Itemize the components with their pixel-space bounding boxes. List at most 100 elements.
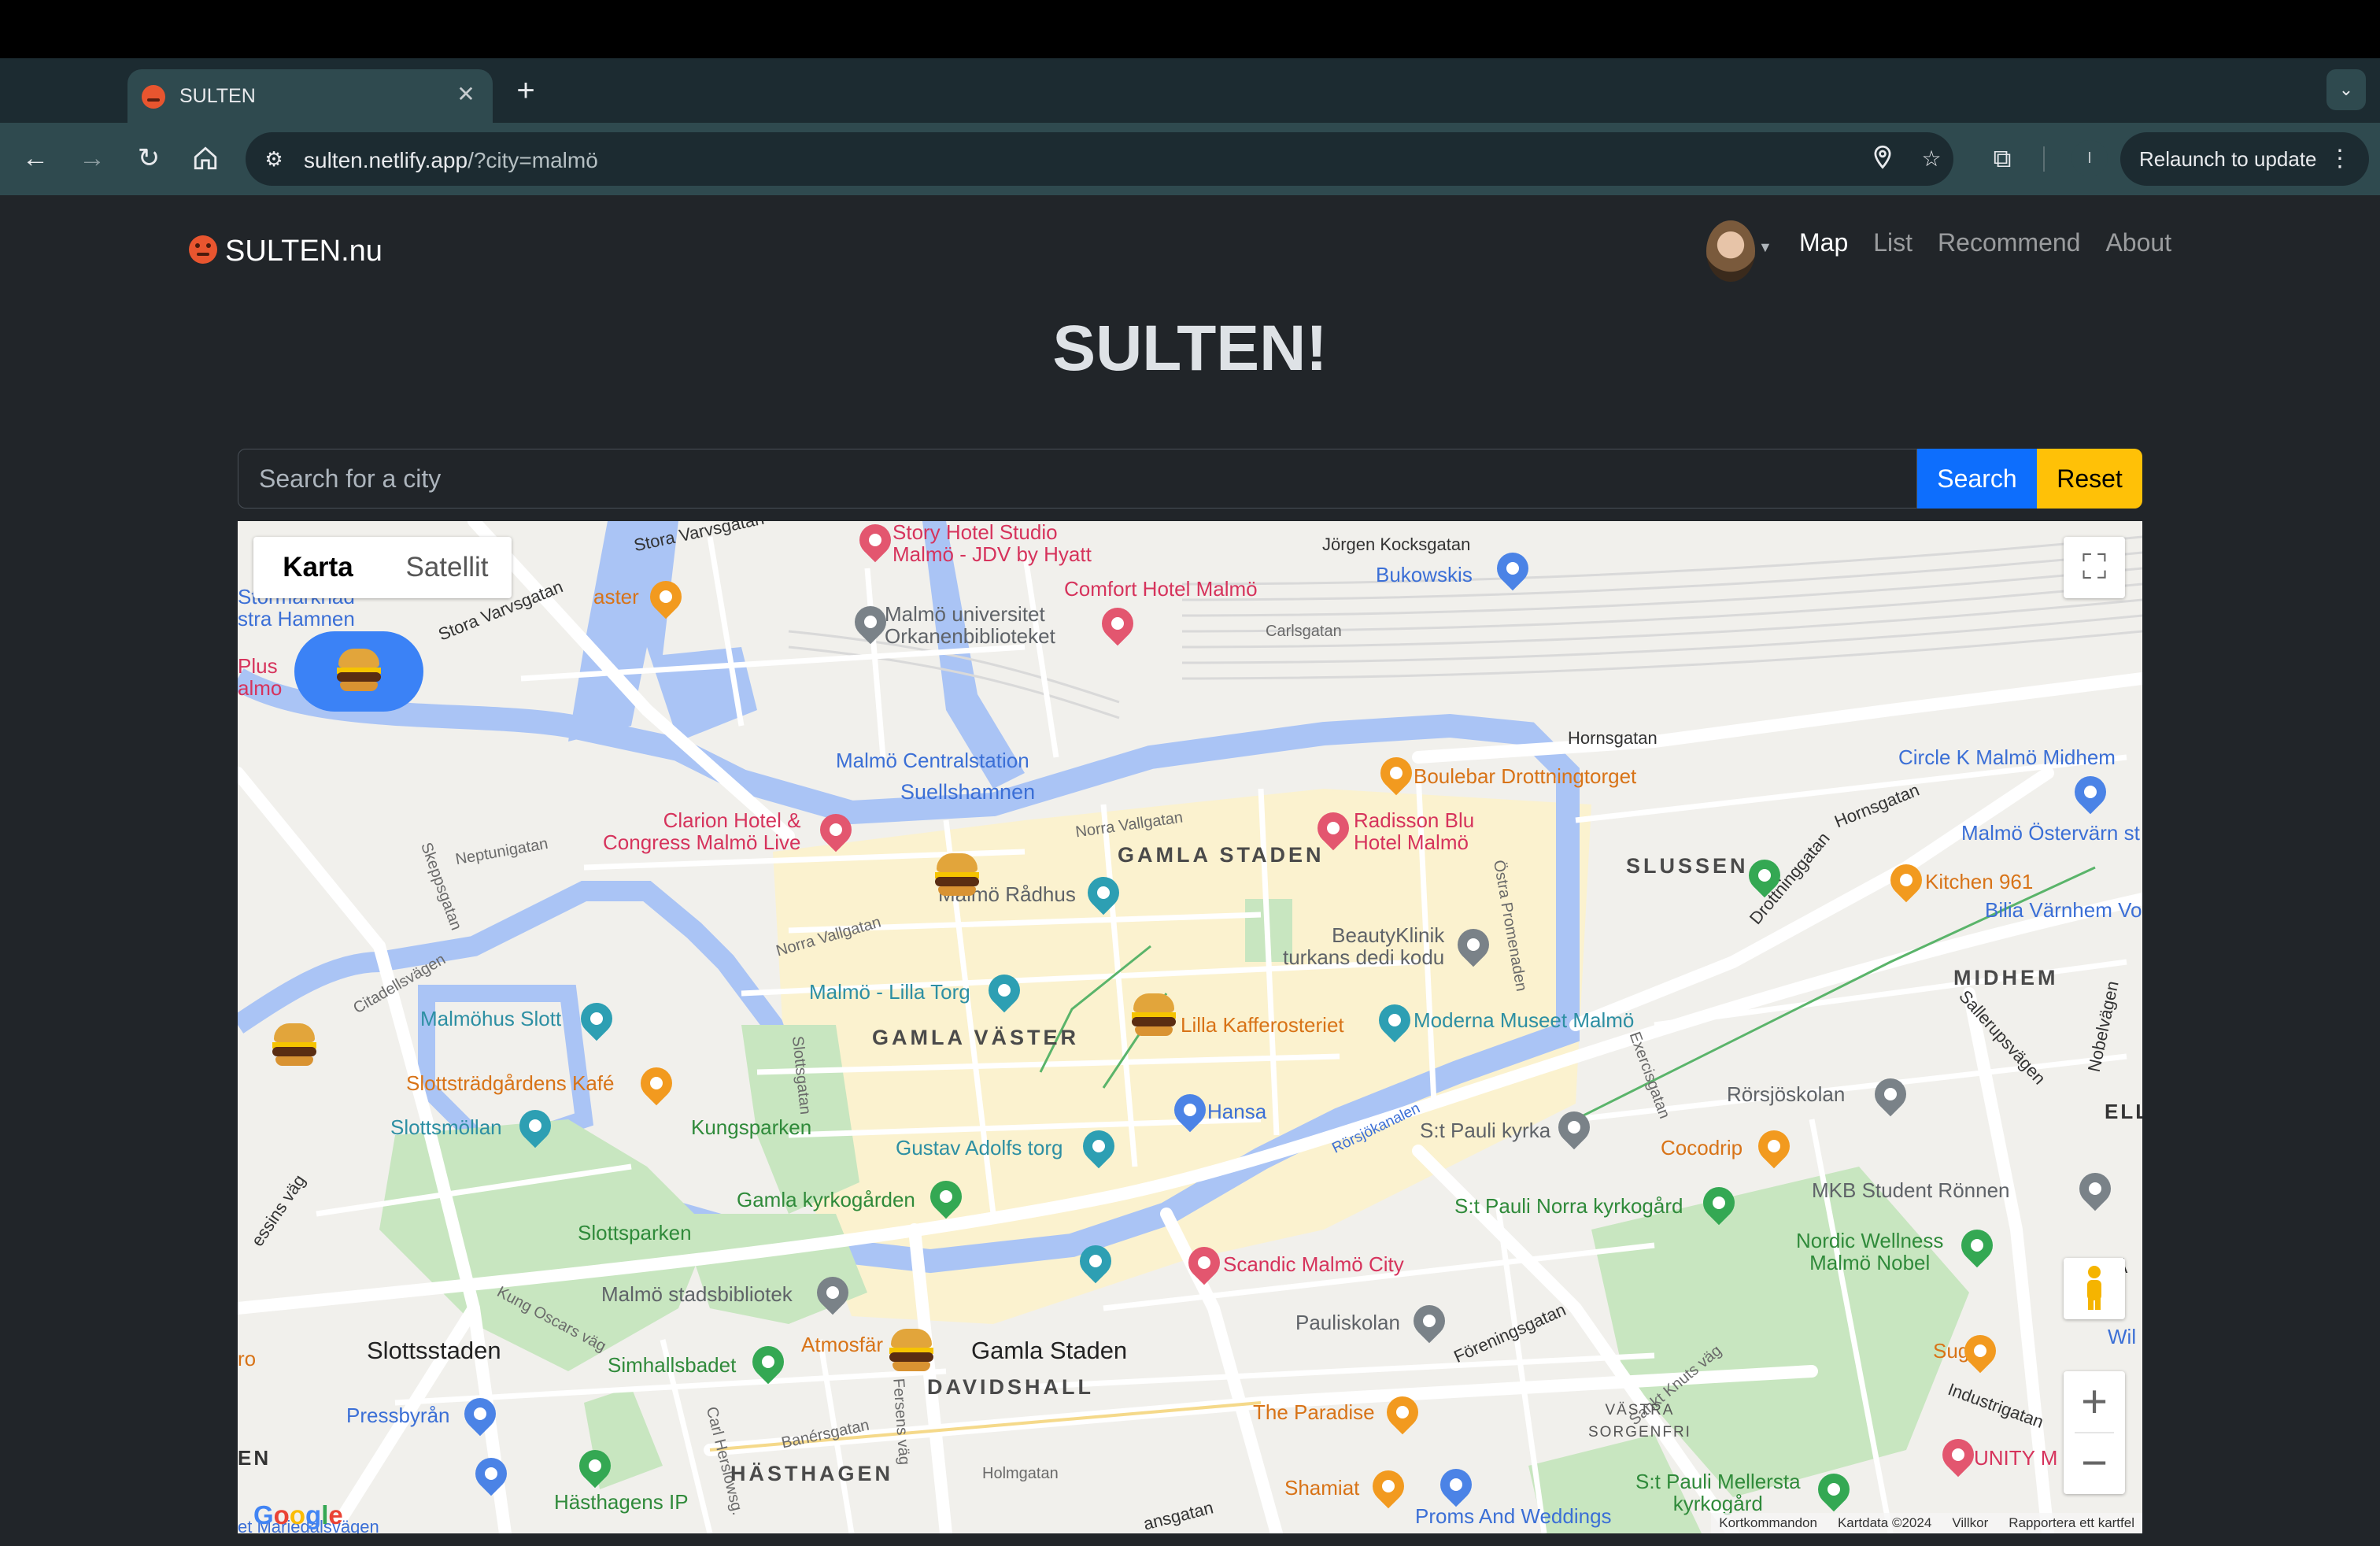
nav-map[interactable]: Map (1799, 228, 1848, 257)
label-story-hotel[interactable]: Story Hotel Studio Malmö - JDV by Hyatt (893, 521, 1092, 565)
bookmark-star-icon[interactable]: ☆ (1917, 145, 1946, 173)
zoom-in-button[interactable]: + (2064, 1371, 2125, 1433)
pegman-icon (2087, 1266, 2101, 1310)
tab-sulten[interactable]: SULTEN ✕ (128, 69, 493, 123)
label-proms[interactable]: Proms And Weddings (1415, 1505, 1612, 1527)
city-search-input[interactable] (238, 449, 1917, 509)
label-radisson[interactable]: Radisson Blu Hotel Malmö (1354, 809, 1474, 853)
label-circle-k[interactable]: Circle K Malmö Midhem (1898, 746, 2116, 768)
label-st-pauli-mellersta[interactable]: S:t Pauli Mellersta kyrkogård (1635, 1470, 1801, 1515)
label-ro[interactable]: ro (238, 1348, 256, 1370)
back-button[interactable]: ← (16, 139, 55, 178)
location-icon[interactable] (1868, 145, 1897, 173)
google-map[interactable]: Story Hotel Studio Malmö - JDV by Hyatt … (238, 521, 2142, 1533)
map-type-karta[interactable]: Karta (253, 537, 382, 598)
google-logo[interactable]: Google (253, 1500, 343, 1530)
more-vert-icon[interactable]: ⋮ (2328, 132, 2352, 186)
address-bar[interactable]: ⚙ sulten.netlify.app/?city=malmö ☆ (246, 132, 1953, 186)
label-st-pauli[interactable]: S:t Pauli kyrka (1420, 1119, 1550, 1141)
label-unity[interactable]: UNITY M (1974, 1447, 2057, 1469)
label-nordic-wellness[interactable]: Nordic Wellness Malmö Nobel (1796, 1230, 1943, 1274)
label-shamiat[interactable]: Shamiat (1284, 1477, 1359, 1499)
district-label: EN (238, 1446, 272, 1470)
burger-marker[interactable] (1130, 992, 1177, 1039)
label-st-pauli-norra[interactable]: S:t Pauli Norra kyrkogård (1454, 1195, 1683, 1217)
avatar[interactable] (1706, 220, 1755, 282)
label-pressbyran[interactable]: Pressbyrån (346, 1404, 450, 1426)
district-label: ELL (2105, 1100, 2142, 1123)
tab-search-button[interactable]: ⌄ (2326, 69, 2366, 110)
label-wil[interactable]: Wil (2108, 1326, 2136, 1348)
burger-marker[interactable] (271, 1022, 318, 1069)
nav-list[interactable]: List (1873, 228, 1913, 257)
fullscreen-button[interactable]: ⛶ (2064, 537, 2125, 598)
forward-button[interactable]: → (72, 139, 112, 178)
street-view-pegman[interactable] (2064, 1258, 2125, 1319)
label-lilla-torg[interactable]: Malmö - Lilla Torg (809, 981, 970, 1003)
label-gamla-kyrkogarden[interactable]: Gamla kyrkogården (737, 1189, 915, 1211)
label-plus[interactable]: Plus almo (238, 655, 282, 699)
label-clarion[interactable]: Clarion Hotel & Congress Malmö Live (603, 809, 800, 853)
label-comfort-hotel[interactable]: Comfort Hotel Malmö (1064, 578, 1258, 600)
label-the-paradise[interactable]: The Paradise (1253, 1401, 1375, 1423)
reset-button[interactable]: Reset (2037, 449, 2142, 509)
label-moderna-museet[interactable]: Moderna Museet Malmö (1414, 1009, 1634, 1031)
nav-recommend[interactable]: Recommend (1938, 228, 2080, 257)
extensions-icon[interactable]: ⧉ (1983, 139, 2021, 178)
relaunch-button[interactable]: Relaunch to update ⋮ (2120, 132, 2369, 186)
burger-marker[interactable] (888, 1327, 935, 1374)
nav-about[interactable]: About (2105, 228, 2171, 257)
label-universitet[interactable]: Malmö universitet Orkanenbiblioteket (885, 603, 1055, 647)
search-button[interactable]: Search (1917, 449, 2037, 509)
label-kungsparken[interactable]: Kungsparken (691, 1116, 811, 1138)
label-mkb[interactable]: MKB Student Rönnen (1812, 1179, 2010, 1201)
district-label: GAMLA STADEN (1118, 843, 1325, 867)
angry-face-icon (189, 235, 217, 264)
label-hansa[interactable]: Hansa (1207, 1100, 1266, 1123)
label-gustav-adolfs[interactable]: Gustav Adolfs torg (896, 1137, 1062, 1159)
map-type-satellit[interactable]: Satellit (382, 537, 512, 598)
profile-button[interactable]: I (2071, 140, 2108, 176)
label-malmohus[interactable]: Malmöhus Slott (420, 1008, 561, 1030)
terms-link[interactable]: Villkor (1952, 1513, 1988, 1533)
arrow-left-icon: ← (22, 143, 49, 173)
label-cocodrip[interactable]: Cocodrip (1661, 1137, 1743, 1159)
relaunch-label: Relaunch to update (2139, 147, 2317, 171)
zoom-out-button[interactable]: − (2064, 1433, 2125, 1494)
label-scandic[interactable]: Scandic Malmö City (1223, 1253, 1404, 1275)
tab-strip: SULTEN ✕ + ⌄ (0, 58, 2380, 123)
reload-button[interactable]: ↻ (129, 139, 168, 178)
home-button[interactable] (186, 139, 225, 178)
label-centralstation[interactable]: Malmö Centralstation (836, 749, 1029, 771)
url-path: /?city=malmö (468, 148, 598, 172)
close-icon[interactable]: ✕ (452, 80, 480, 109)
district-label: DAVIDSHALL (927, 1375, 1094, 1399)
label-bilia[interactable]: Bilia Värnhem Vo (1985, 899, 2142, 921)
label-rorsjoskolan[interactable]: Rörsjöskolan (1727, 1083, 1845, 1105)
label-ostervarn[interactable]: Malmö Östervärn st (1961, 822, 2140, 844)
label-bukowskis[interactable]: Bukowskis (1376, 564, 1473, 586)
report-error-link[interactable]: Rapportera ett kartfel (2009, 1513, 2134, 1533)
label-kitchen-961[interactable]: Kitchen 961 (1925, 871, 2033, 893)
label-boulebar[interactable]: Boulebar Drottningtorget (1414, 765, 1636, 787)
label-stadsbibliotek[interactable]: Malmö stadsbibliotek (601, 1283, 793, 1305)
label-lilla-kafferosteriet[interactable]: Lilla Kafferosteriet (1181, 1014, 1344, 1036)
label-beautyklinik[interactable]: BeautyKlinik turkans dedi kodu (1283, 924, 1444, 968)
label-suellshamnen: Suellshamnen (900, 780, 1036, 804)
label-atmosfar[interactable]: Atmosfär (801, 1333, 883, 1356)
caret-down-icon[interactable]: ▼ (1758, 239, 1772, 256)
selected-burger-marker[interactable] (294, 631, 423, 712)
new-tab-button[interactable]: + (510, 75, 541, 107)
menu-bar (0, 0, 2380, 58)
label-slottstradgard[interactable]: Slottsträdgårdens Kafé (406, 1072, 615, 1094)
label-pauliskolan[interactable]: Pauliskolan (1295, 1311, 1400, 1333)
brand-link[interactable]: SULTEN.nu (189, 235, 382, 268)
site-settings-icon[interactable]: ⚙ (260, 145, 288, 173)
label-slottsmollan[interactable]: Slottsmöllan (390, 1116, 502, 1138)
burger-marker[interactable] (933, 852, 981, 899)
label-slottsparken[interactable]: Slottsparken (578, 1222, 692, 1244)
label-aster[interactable]: aster (593, 586, 639, 608)
keyboard-shortcuts-link[interactable]: Kortkommandon (1719, 1513, 1817, 1533)
label-simhallsbadet[interactable]: Simhallsbadet (608, 1354, 736, 1376)
label-hasthagens-ip[interactable]: Hästhagens IP (554, 1491, 689, 1513)
